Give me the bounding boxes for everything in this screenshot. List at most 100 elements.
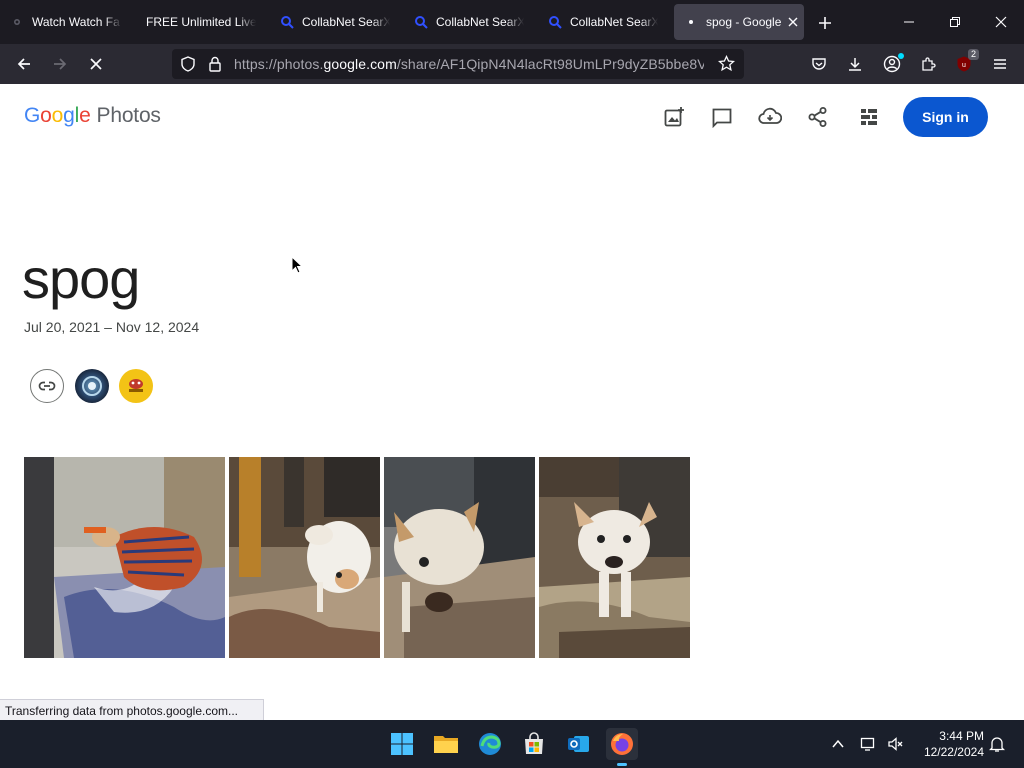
bookmark-star-icon[interactable] — [717, 54, 736, 77]
photos-wordmark: Photos — [96, 104, 161, 127]
store-icon — [525, 732, 543, 754]
svg-text:u: u — [962, 62, 966, 69]
system-clock[interactable]: 3:44 PM 12/22/2024 — [914, 728, 984, 760]
lock-icon[interactable] — [208, 56, 222, 77]
more-options-button[interactable] — [853, 102, 885, 132]
extension-badge: 2 — [967, 49, 979, 60]
extensions-button[interactable] — [913, 49, 943, 79]
photo-thumbnail — [384, 457, 535, 658]
restore-button[interactable] — [932, 0, 978, 44]
file-explorer-icon — [434, 736, 458, 753]
photo-thumbnail — [539, 457, 690, 658]
volume-button[interactable] — [880, 728, 912, 760]
search-icon — [414, 15, 428, 29]
windows-start-icon — [391, 733, 413, 755]
back-button[interactable] — [9, 49, 39, 79]
back-arrow-icon — [17, 58, 30, 70]
tab-title: spog - Google — [706, 15, 782, 29]
browser-tab-bar: Watch Watch Fa FREE Unlimited Live S Col… — [0, 0, 1024, 44]
copy-link-button[interactable] — [30, 369, 64, 403]
clock-date: 12/22/2024 — [923, 745, 984, 759]
notifications-button[interactable] — [981, 728, 1013, 760]
photo-thumbnail — [229, 457, 380, 658]
google-photos-logo[interactable]: Google Photos — [24, 104, 161, 128]
edge-button[interactable] — [474, 728, 506, 760]
chevron-up-icon — [832, 739, 844, 748]
hamburger-menu-icon — [994, 59, 1006, 69]
pocket-button[interactable] — [804, 49, 834, 79]
album-photo[interactable] — [229, 457, 380, 658]
photo-thumbnail — [24, 457, 225, 658]
download-all-button[interactable] — [754, 102, 786, 132]
store-button[interactable] — [518, 728, 550, 760]
outlook-icon — [568, 736, 589, 752]
album-photo[interactable] — [384, 457, 535, 658]
account-button[interactable] — [877, 49, 907, 79]
stop-loading-button[interactable] — [81, 49, 111, 79]
album-photo[interactable] — [24, 457, 225, 658]
ublock-extension-button[interactable]: u 2 — [949, 49, 979, 79]
downloads-button[interactable] — [840, 49, 870, 79]
forward-button[interactable] — [45, 49, 75, 79]
search-icon — [548, 15, 562, 29]
close-tab-icon[interactable] — [788, 17, 798, 27]
tab-searx-3[interactable]: CollabNet SearXNG — [548, 4, 658, 40]
minimize-button[interactable] — [886, 0, 932, 44]
minimize-icon — [904, 21, 914, 23]
download-icon — [849, 58, 861, 71]
clock-time: 3:44 PM — [939, 729, 984, 743]
tracking-protection-icon[interactable] — [180, 56, 196, 77]
avatar-image — [82, 376, 102, 396]
firefox-icon — [611, 733, 633, 755]
cloud-download-icon — [758, 107, 782, 124]
firefox-button[interactable] — [606, 728, 638, 766]
pocket-icon — [812, 58, 826, 70]
edge-icon — [479, 733, 501, 755]
more-options-icon — [861, 109, 877, 125]
close-window-button[interactable] — [978, 0, 1024, 44]
tab-searx-1[interactable]: CollabNet SearXNG — [280, 4, 390, 40]
comments-button[interactable] — [706, 102, 738, 132]
browser-status-text: Transferring data from photos.google.com… — [0, 699, 264, 721]
show-hidden-icons-button[interactable] — [822, 728, 854, 760]
album-date-range: Jul 20, 2021 – Nov 12, 2024 — [24, 319, 200, 335]
photos-header: Google Photos Sign in — [0, 84, 1024, 150]
add-photo-button[interactable] — [658, 102, 690, 132]
loading-dot-icon — [684, 15, 698, 29]
volume-muted-icon — [888, 737, 903, 751]
sign-in-button[interactable]: Sign in — [903, 97, 988, 137]
outlook-button[interactable] — [562, 728, 594, 760]
comment-icon — [712, 108, 732, 128]
tab-live[interactable]: FREE Unlimited Live S — [146, 4, 256, 40]
bell-icon — [989, 737, 1005, 752]
new-tab-button[interactable] — [810, 8, 840, 38]
puzzle-icon — [922, 57, 936, 71]
search-icon — [280, 15, 294, 29]
url-text: https://photos.google.com/share/AF1QipN4… — [234, 56, 704, 72]
contributor-avatar[interactable] — [75, 369, 109, 403]
windows-taskbar: 3:44 PM 12/22/2024 — [0, 720, 1024, 768]
tab-watch[interactable]: Watch Watch Fa — [10, 4, 122, 40]
network-icon — [860, 737, 875, 751]
google-wordmark: Google — [24, 104, 91, 127]
contributor-avatar[interactable] — [119, 369, 153, 403]
link-icon — [38, 381, 56, 391]
album-title: spog — [22, 247, 140, 310]
browser-nav-bar: https://photos.google.com/share/AF1QipN4… — [0, 44, 1024, 84]
share-icon — [808, 107, 827, 127]
add-photo-icon — [664, 107, 684, 127]
mouse-cursor-icon — [291, 255, 304, 280]
plus-icon — [819, 17, 831, 29]
restore-icon — [950, 17, 960, 27]
share-button[interactable] — [802, 102, 834, 132]
tab-searx-2[interactable]: CollabNet SearXNG — [414, 4, 524, 40]
close-icon — [995, 16, 1007, 28]
app-menu-button[interactable] — [985, 49, 1015, 79]
start-button[interactable] — [386, 728, 418, 760]
album-photo[interactable] — [539, 457, 690, 658]
tab-spog-active[interactable]: spog - Google — [674, 4, 804, 40]
address-bar[interactable]: https://photos.google.com/share/AF1QipN4… — [172, 49, 744, 79]
avatar-image — [129, 379, 143, 392]
forward-arrow-icon — [54, 58, 67, 70]
file-explorer-button[interactable] — [430, 728, 462, 760]
